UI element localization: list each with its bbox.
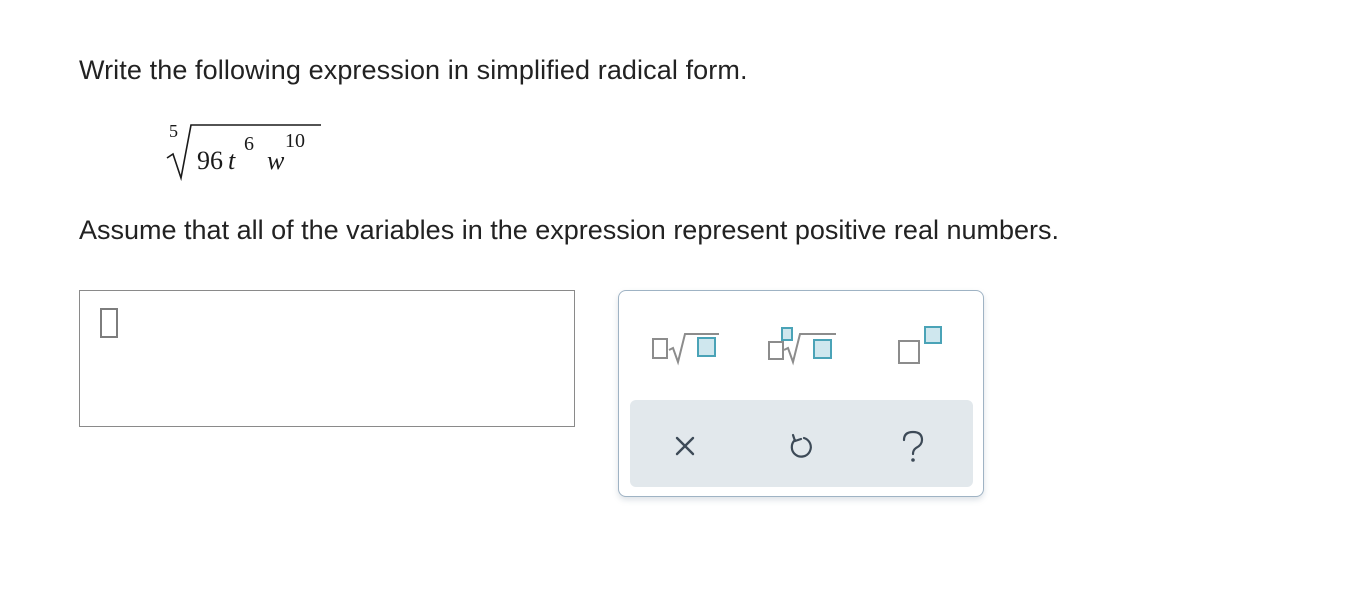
close-icon (675, 436, 695, 456)
math-palette (618, 290, 984, 497)
square-root-icon (652, 333, 719, 366)
clear-button[interactable] (657, 414, 717, 474)
nth-root-template-button[interactable] (764, 315, 844, 375)
radical-template-button[interactable] (645, 315, 725, 375)
help-button[interactable] (884, 414, 944, 474)
radicand-variable-t: t (228, 146, 236, 175)
help-icon (902, 430, 924, 462)
undo-button[interactable] (771, 414, 831, 474)
nth-root-icon (768, 327, 836, 366)
exponent-w: 10 (285, 130, 305, 152)
radicand-coefficient: 96 (197, 146, 223, 175)
radicand-variable-w: w (267, 146, 285, 175)
palette-action-bar (630, 400, 973, 487)
answer-input[interactable] (79, 290, 575, 427)
question-prompt: Write the following expression in simpli… (79, 55, 748, 85)
empty-input-slot[interactable] (100, 308, 118, 338)
exponent-template-button[interactable] (885, 315, 965, 375)
radical-expression: 5 96 t 6 w 10 (165, 118, 335, 188)
exponent-t: 6 (244, 133, 254, 155)
assumption-text: Assume that all of the variables in the … (79, 215, 1060, 245)
radical-index: 5 (169, 121, 178, 141)
undo-icon (790, 433, 812, 458)
superscript-icon (898, 326, 942, 364)
